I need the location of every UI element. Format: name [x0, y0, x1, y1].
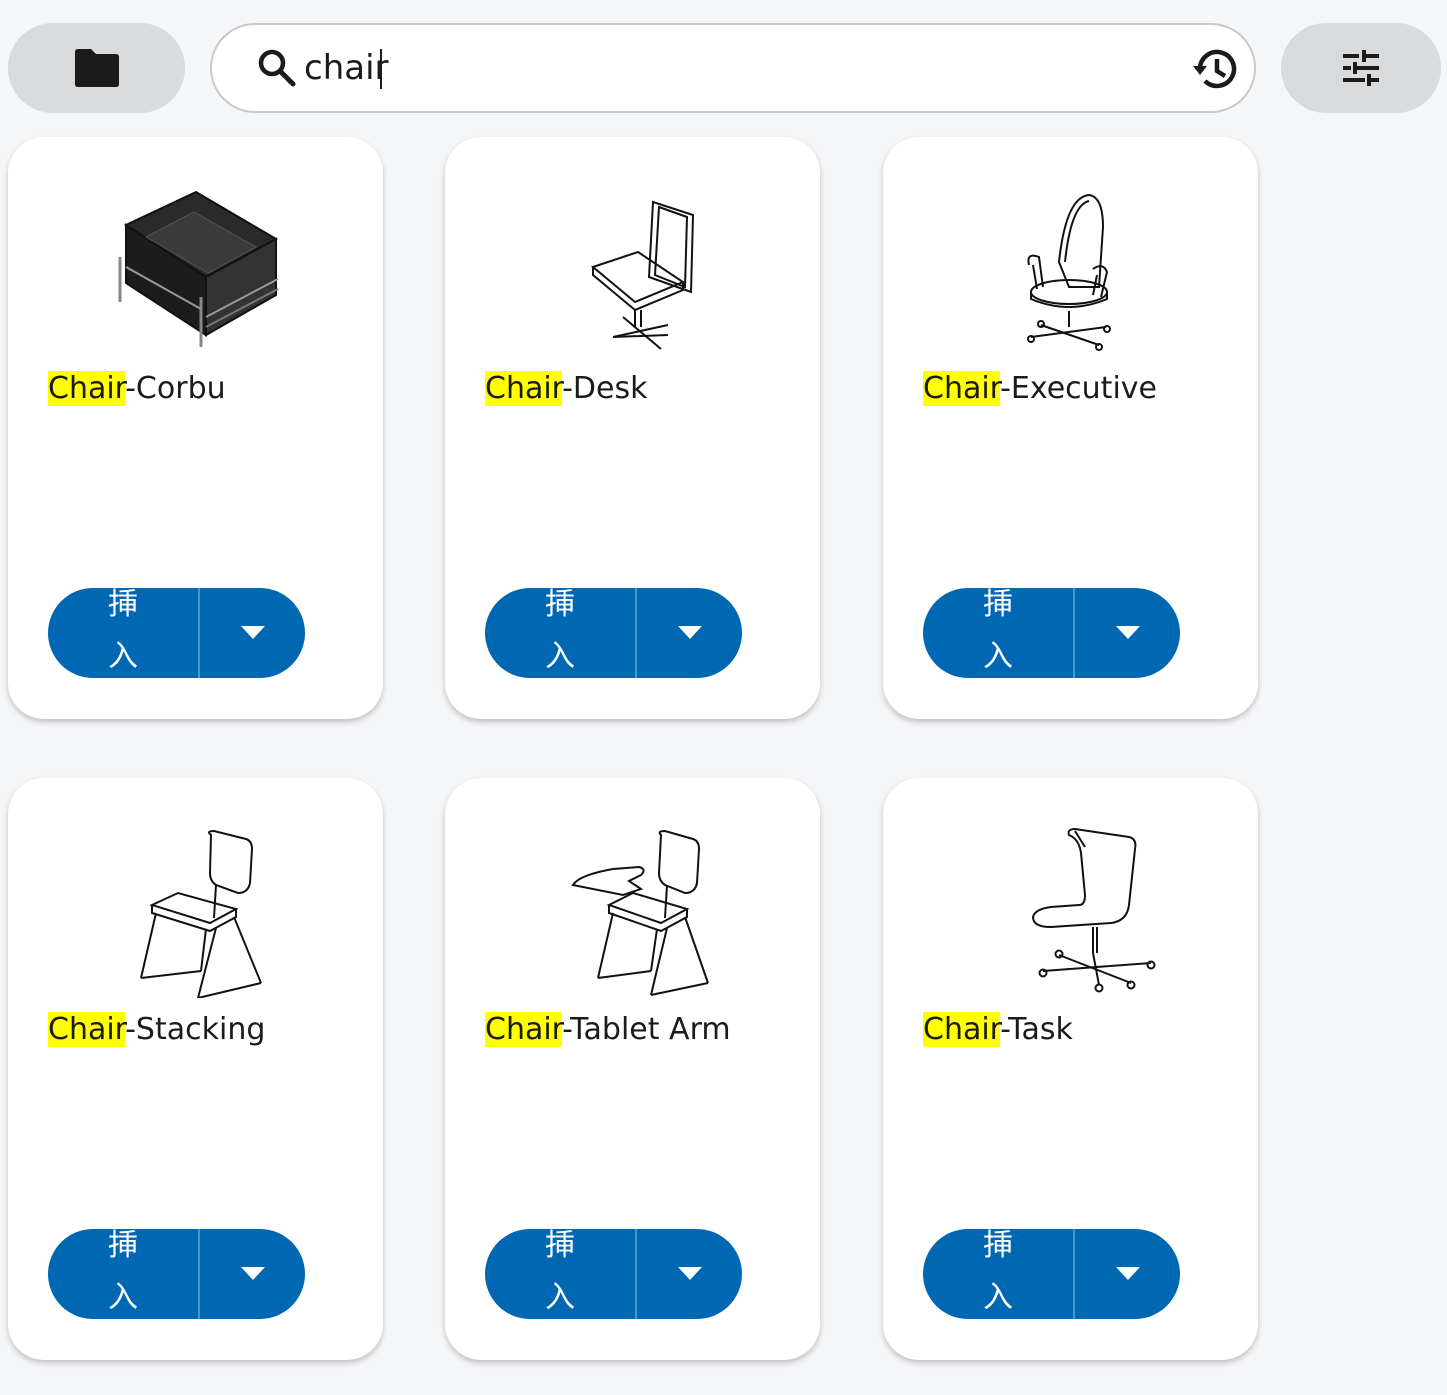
- executive-chair-thumbnail: [971, 182, 1171, 357]
- insert-split-button: 挿入: [48, 588, 305, 678]
- insert-options-dropdown[interactable]: [637, 588, 742, 678]
- insert-options-dropdown[interactable]: [1075, 588, 1180, 678]
- insert-button[interactable]: 挿入: [923, 1229, 1073, 1319]
- caret-down-icon: [677, 1267, 702, 1280]
- caret-down-icon: [1115, 626, 1140, 639]
- insert-button[interactable]: 挿入: [485, 1229, 635, 1319]
- search-match-highlight: Chair: [923, 1012, 1001, 1047]
- search-match-highlight: Chair: [48, 371, 126, 406]
- block-name-rest: -Desk: [562, 371, 648, 406]
- insert-label: 挿入: [545, 1229, 575, 1315]
- task-chair-thumbnail: [971, 823, 1171, 998]
- insert-options-dropdown[interactable]: [200, 588, 305, 678]
- block-card[interactable]: Chair-Corbu 挿入: [8, 137, 383, 719]
- text-caret: [380, 49, 382, 89]
- block-card[interactable]: Chair-Desk 挿入: [445, 137, 820, 719]
- block-name-rest: -Executive: [1000, 371, 1157, 406]
- block-name-rest: -Task: [1000, 1012, 1073, 1047]
- caret-down-icon: [1115, 1267, 1140, 1280]
- insert-label: 挿入: [545, 588, 575, 674]
- insert-label: 挿入: [108, 1229, 138, 1315]
- insert-label: 挿入: [108, 588, 138, 674]
- search-match-highlight: Chair: [485, 371, 563, 406]
- insert-button[interactable]: 挿入: [48, 1229, 198, 1319]
- caret-down-icon: [240, 626, 265, 639]
- block-card[interactable]: Chair-Tablet Arm 挿入: [445, 778, 820, 1360]
- tablet-arm-chair-thumbnail: [533, 823, 733, 998]
- insert-options-dropdown[interactable]: [200, 1229, 305, 1319]
- block-name: Chair-Tablet Arm: [485, 1010, 731, 1050]
- lounge-armchair-thumbnail: [96, 182, 296, 357]
- block-name: Chair-Corbu: [48, 369, 226, 409]
- search-box[interactable]: [210, 23, 1256, 113]
- insert-split-button: 挿入: [485, 588, 742, 678]
- history-icon[interactable]: [1190, 44, 1240, 94]
- block-name: Chair-Stacking: [48, 1010, 265, 1050]
- insert-button[interactable]: 挿入: [485, 588, 635, 678]
- insert-split-button: 挿入: [48, 1229, 305, 1319]
- block-name-rest: -Corbu: [125, 371, 226, 406]
- stacking-chair-thumbnail: [96, 823, 296, 998]
- insert-split-button: 挿入: [923, 1229, 1180, 1319]
- insert-options-dropdown[interactable]: [1075, 1229, 1180, 1319]
- insert-button[interactable]: 挿入: [923, 588, 1073, 678]
- folder-icon: [74, 49, 119, 87]
- insert-split-button: 挿入: [923, 588, 1180, 678]
- block-card[interactable]: Chair-Executive 挿入: [883, 137, 1258, 719]
- block-name: Chair-Desk: [485, 369, 648, 409]
- search-match-highlight: Chair: [485, 1012, 563, 1047]
- filter-button[interactable]: [1281, 23, 1441, 113]
- search-icon: [258, 49, 296, 87]
- block-name: Chair-Executive: [923, 369, 1157, 409]
- block-card[interactable]: Chair-Stacking 挿入: [8, 778, 383, 1360]
- search-input[interactable]: [304, 39, 1164, 97]
- tune-sliders-icon: [1343, 50, 1379, 86]
- search-match-highlight: Chair: [923, 371, 1001, 406]
- insert-label: 挿入: [983, 1229, 1013, 1315]
- folder-button[interactable]: [8, 23, 185, 113]
- insert-button[interactable]: 挿入: [48, 588, 198, 678]
- insert-split-button: 挿入: [485, 1229, 742, 1319]
- block-card[interactable]: Chair-Task 挿入: [883, 778, 1258, 1360]
- desk-chair-thumbnail: [533, 182, 733, 357]
- caret-down-icon: [240, 1267, 265, 1280]
- insert-options-dropdown[interactable]: [637, 1229, 742, 1319]
- search-match-highlight: Chair: [48, 1012, 126, 1047]
- block-name-rest: -Stacking: [125, 1012, 266, 1047]
- block-name: Chair-Task: [923, 1010, 1073, 1050]
- caret-down-icon: [677, 626, 702, 639]
- block-name-rest: -Tablet Arm: [562, 1012, 731, 1047]
- insert-label: 挿入: [983, 588, 1013, 674]
